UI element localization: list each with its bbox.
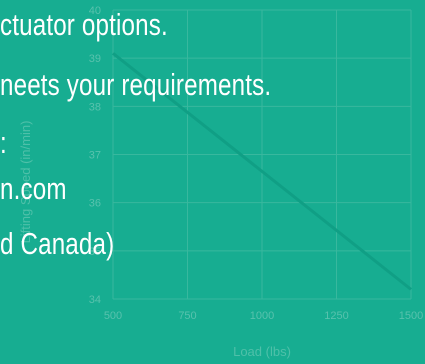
- y-tick-label-38: 38: [89, 101, 101, 113]
- tick-labels: 34 35 36 37 38 39 40 500 750 1000 1250 1500: [89, 5, 423, 322]
- y-axis-label: Lifting Speed (in/min): [18, 121, 33, 244]
- y-tick-label-40: 40: [89, 5, 101, 17]
- x-tick-label-1000: 1000: [250, 310, 274, 322]
- x-tick-label-1500: 1500: [399, 310, 423, 322]
- y-tick-label-39: 39: [89, 53, 101, 65]
- y-tick-label-36: 36: [89, 198, 101, 210]
- x-tick-label-750: 750: [178, 310, 196, 322]
- x-axis-label: Load (lbs): [233, 344, 291, 359]
- y-tick-label-35: 35: [89, 246, 101, 258]
- y-tick-label-37: 37: [89, 150, 101, 162]
- x-tick-label-500: 500: [104, 310, 122, 322]
- x-tick-label-1250: 1250: [324, 310, 348, 322]
- line-chart: 34 35 36 37 38 39 40 500 750 1000 1250 1500 Load (l…: [18, 5, 423, 359]
- y-tick-label-34: 34: [89, 294, 101, 306]
